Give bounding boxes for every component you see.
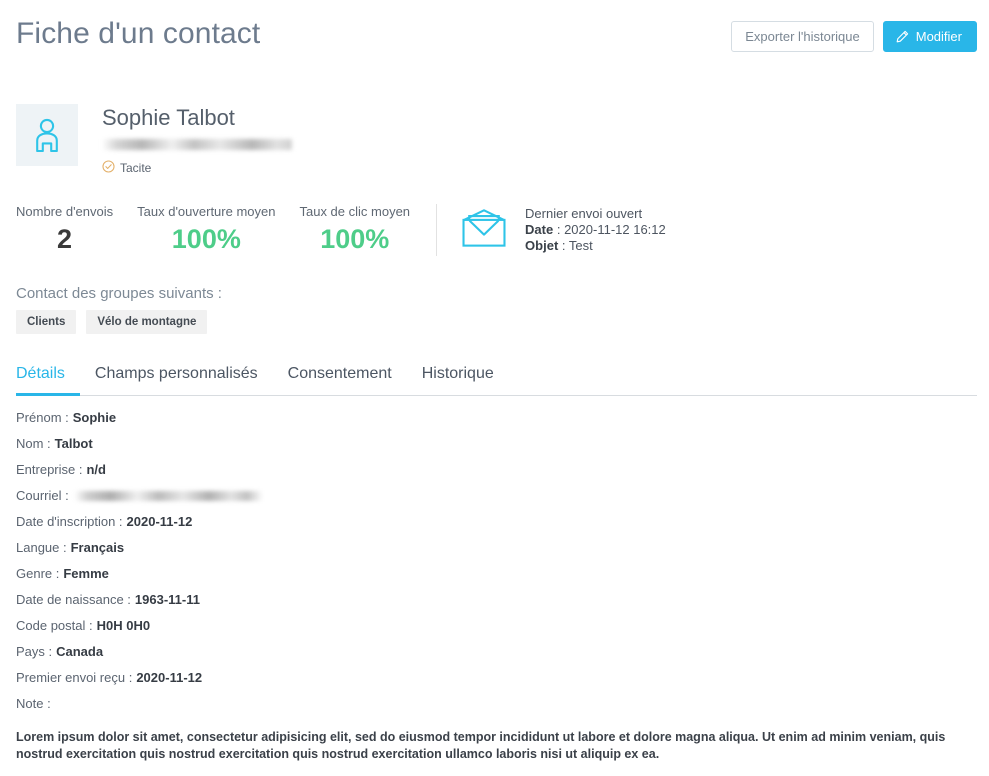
detail-label: Pays :	[16, 644, 52, 660]
detail-row-signup-date: Date d'inscription : 2020-11-12	[16, 514, 973, 530]
detail-label: Nom :	[16, 436, 51, 452]
detail-label: Code postal :	[16, 618, 93, 634]
stats-row: Nombre d'envois 2 Taux d'ouverture moyen…	[0, 176, 989, 256]
group-tags: Clients Vélo de montagne	[16, 310, 989, 334]
detail-value: 2020-11-12	[136, 670, 202, 686]
check-circle-icon	[102, 160, 115, 176]
detail-row-first-send: Premier envoi reçu : 2020-11-12	[16, 670, 973, 686]
stat-sends: Nombre d'envois 2	[16, 204, 125, 256]
detail-label: Premier envoi reçu :	[16, 670, 132, 686]
stat-label: Taux d'ouverture moyen	[137, 204, 275, 220]
detail-value: 1963-11-11	[135, 592, 200, 608]
contact-info: Sophie Talbot Tacite	[102, 104, 292, 176]
stat-value: 100%	[320, 222, 389, 256]
group-tag[interactable]: Vélo de montagne	[86, 310, 207, 334]
detail-row-firstname: Prénom : Sophie	[16, 410, 973, 426]
detail-row-company: Entreprise : n/d	[16, 462, 973, 478]
note-label: Note :	[16, 696, 973, 712]
page-header: Fiche d'un contact Exporter l'historique…	[0, 0, 989, 56]
envelope-open-icon	[461, 208, 507, 253]
stat-click-rate: Taux de clic moyen 100%	[287, 204, 422, 256]
detail-row-email: Courriel :	[16, 488, 973, 504]
tab-consent[interactable]: Consentement	[273, 364, 407, 396]
group-tag[interactable]: Clients	[16, 310, 76, 334]
last-send-text: Dernier envoi ouvert Date : 2020-11-12 1…	[525, 206, 666, 254]
detail-label: Date de naissance :	[16, 592, 131, 608]
consent-status: Tacite	[102, 160, 292, 176]
last-send-subject-value: Test	[569, 238, 593, 253]
detail-value: Femme	[63, 566, 109, 582]
stat-open-rate: Taux d'ouverture moyen 100%	[125, 204, 287, 256]
detail-label: Genre :	[16, 566, 59, 582]
stat-label: Nombre d'envois	[16, 204, 113, 220]
stats-divider	[436, 204, 437, 256]
note-text: Lorem ipsum dolor sit amet, consectetur …	[16, 729, 973, 763]
detail-row-birthdate: Date de naissance : 1963-11-11	[16, 592, 973, 608]
detail-value: H0H 0H0	[97, 618, 150, 634]
last-send-block: Dernier envoi ouvert Date : 2020-11-12 1…	[461, 204, 666, 256]
avatar	[16, 104, 78, 166]
tabs-bar: Détails Champs personnalisés Consentemen…	[16, 364, 977, 396]
tab-details[interactable]: Détails	[16, 364, 80, 396]
detail-label: Courriel :	[16, 488, 69, 504]
details-panel: Prénom : Sophie Nom : Talbot Entreprise …	[0, 396, 989, 763]
detail-value: Français	[71, 540, 124, 556]
last-send-date-label: Date	[525, 222, 553, 237]
edit-button[interactable]: Modifier	[883, 21, 977, 52]
page-title: Fiche d'un contact	[16, 16, 260, 52]
detail-value: n/d	[86, 462, 106, 478]
contact-identity: Sophie Talbot Tacite	[0, 56, 989, 176]
stat-label: Taux de clic moyen	[299, 204, 410, 220]
detail-value: Canada	[56, 644, 103, 660]
last-send-date: Date : 2020-11-12 16:12	[525, 222, 666, 238]
detail-row-country: Pays : Canada	[16, 644, 973, 660]
detail-row-gender: Genre : Femme	[16, 566, 973, 582]
detail-label: Prénom :	[16, 410, 69, 426]
detail-row-postal-code: Code postal : H0H 0H0	[16, 618, 973, 634]
stat-value: 2	[57, 222, 72, 256]
detail-label: Langue :	[16, 540, 67, 556]
detail-value: Sophie	[73, 410, 116, 426]
detail-value: 2020-11-12	[127, 514, 193, 530]
header-actions: Exporter l'historique Modifier	[731, 21, 977, 52]
groups-title: Contact des groupes suivants :	[16, 284, 989, 303]
detail-label: Entreprise :	[16, 462, 82, 478]
detail-value-redacted	[75, 491, 262, 501]
last-send-heading: Dernier envoi ouvert	[525, 206, 666, 222]
detail-row-language: Langue : Français	[16, 540, 973, 556]
detail-label: Date d'inscription :	[16, 514, 123, 530]
tab-custom-fields[interactable]: Champs personnalisés	[80, 364, 273, 396]
pencil-icon	[895, 30, 909, 44]
consent-status-label: Tacite	[120, 161, 151, 175]
contact-name: Sophie Talbot	[102, 105, 292, 131]
contact-email-redacted	[102, 139, 292, 150]
detail-row-lastname: Nom : Talbot	[16, 436, 973, 452]
person-icon	[33, 118, 61, 152]
stat-value: 100%	[172, 222, 241, 256]
last-send-subject-label: Objet	[525, 238, 558, 253]
detail-value: Talbot	[55, 436, 93, 452]
edit-button-label: Modifier	[916, 30, 962, 43]
last-send-date-value: 2020-11-12 16:12	[564, 222, 666, 237]
tab-history[interactable]: Historique	[407, 364, 509, 396]
last-send-subject: Objet : Test	[525, 238, 666, 254]
export-history-button[interactable]: Exporter l'historique	[731, 21, 873, 52]
groups-block: Contact des groupes suivants : Clients V…	[0, 256, 989, 334]
